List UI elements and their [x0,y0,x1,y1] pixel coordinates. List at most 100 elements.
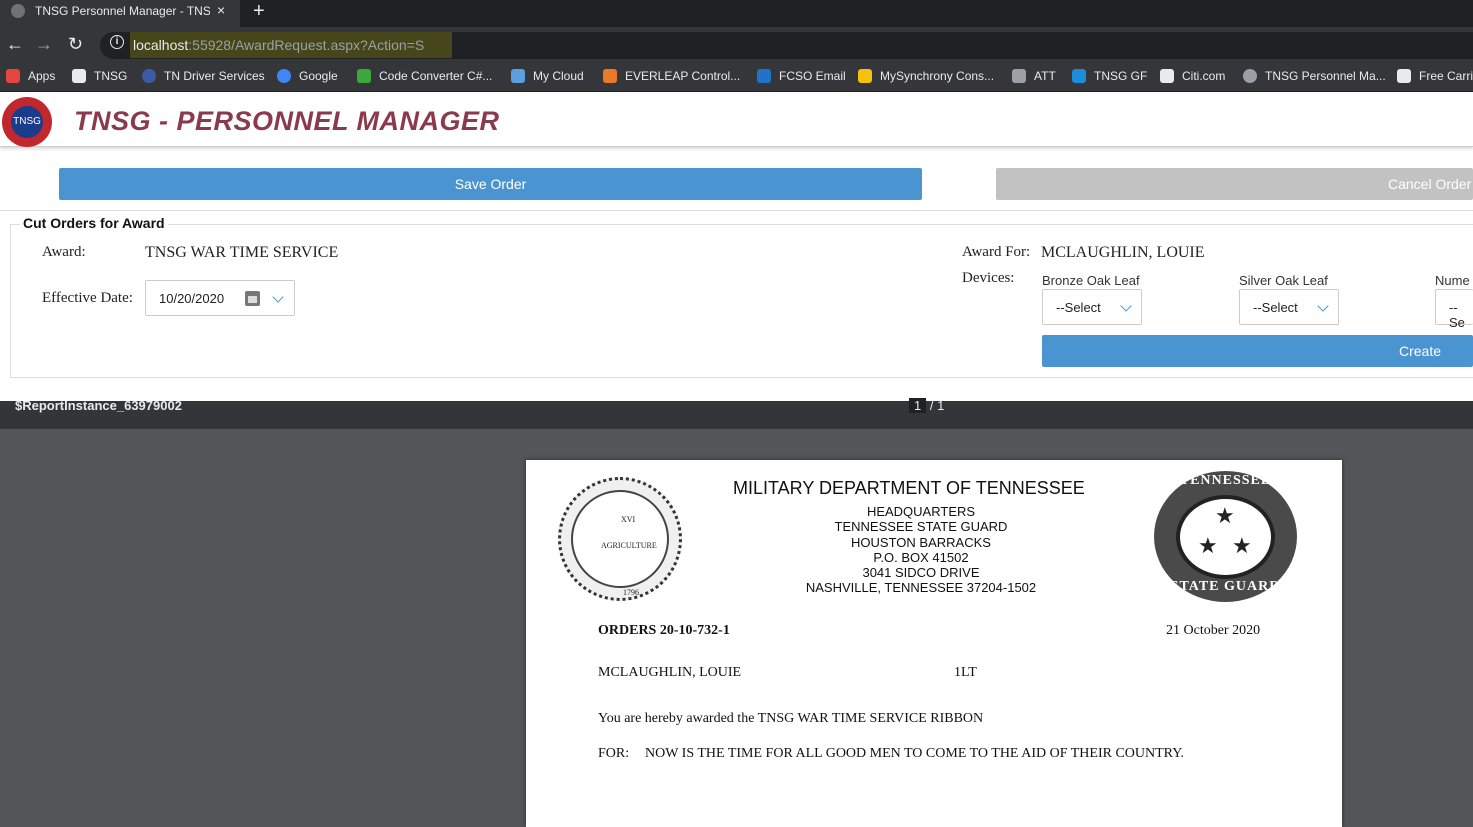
page-icon [72,69,86,83]
numeral-select-value: --Se [1449,300,1465,330]
everleap-icon [603,69,617,83]
save-order-button[interactable]: Save Order [59,168,922,200]
orders-number: ORDERS 20-10-732-1 [598,623,730,638]
bookmark-citi[interactable]: Citi.com [1160,69,1225,83]
bronze-oak-leaf-select[interactable]: --Select [1042,289,1142,325]
seal-center: ★ ★ ★ [1176,495,1275,579]
for-citation: NOW IS THE TIME FOR ALL GOOD MEN TO COME… [645,746,1185,761]
bronze-select-value: --Select [1056,300,1101,315]
viewer-toolbar: $ReportInstance_63979002 1 / 1 [0,398,1473,429]
tn-seal-icon [142,69,156,83]
cancel-order-button[interactable]: Cancel Order [996,168,1473,200]
seal-ring: XVI AGRICULTURE 1796 [571,490,669,597]
recipient-rank: 1LT [954,665,977,680]
browser-tab[interactable]: TNSG Personnel Manager - TNSG × [0,0,240,27]
forward-icon[interactable]: → [35,34,53,55]
bronze-oak-leaf-label: Bronze Oak Leaf [1042,273,1140,288]
effective-date-picker[interactable]: 10/20/2020 [145,280,295,316]
divider [0,210,1473,211]
seal-roman-numeral: XVI [621,515,636,524]
bookmark-apps[interactable]: Apps [6,69,55,83]
tennessee-state-seal: XVI AGRICULTURE 1796 [558,477,682,601]
bookmark-tnsg-personnel[interactable]: TNSG Personnel Ma... [1243,69,1386,83]
app-title: TNSG - PERSONNEL MANAGER [74,106,500,136]
google-icon [277,69,291,83]
tennessee-state-guard-seal: TENNESSEE ★ ★ ★ STATE GUARD [1154,471,1297,602]
recipient-name: MCLAUGHLIN, LOUIE [598,665,742,680]
silver-oak-leaf-select[interactable]: --Select [1239,289,1339,325]
close-tab-icon[interactable]: × [217,2,225,18]
page-indicator: 1 / 1 [909,398,944,413]
effective-date-label: Effective Date: [42,290,133,306]
star-icon: ★ [1215,503,1235,528]
url-text[interactable]: localhost:55928/AwardRequest.aspx?Action… [133,37,424,53]
award-for-value: MCLAUGHLIN, LOUIE [1041,244,1205,261]
chevron-down-icon[interactable] [272,291,284,303]
star-icon: ★ [1232,533,1252,558]
reload-icon[interactable]: ↻ [68,34,83,55]
calendar-icon[interactable] [245,291,260,306]
report-title: MILITARY DEPARTMENT OF TENNESSEE [733,478,1085,498]
citi-icon [1160,69,1174,83]
address-line: HOUSTON BARRACKS [851,534,991,550]
new-tab-icon[interactable]: + [253,0,265,23]
silver-oak-leaf-label: Silver Oak Leaf [1239,273,1328,288]
info-icon[interactable]: i [110,35,124,49]
fieldset-legend: Cut Orders for Award [20,215,168,231]
page-total: / 1 [929,398,945,413]
outlook-icon [757,69,771,83]
tnsg-logo: TNSG [2,97,52,147]
browser-nav-bar: ← → ↻ i localhost:55928/AwardRequest.asp… [0,27,1473,63]
chevron-down-icon [1120,300,1132,312]
bookmark-att[interactable]: ATT [1012,69,1056,83]
address-line: TENNESSEE STATE GUARD [834,519,1008,535]
award-statement: You are hereby awarded the TNSG WAR TIME… [598,711,984,726]
current-page[interactable]: 1 [909,398,927,413]
bookmark-code-converter[interactable]: Code Converter C#... [357,69,492,83]
address-line: NASHVILLE, TENNESSEE 37204-1502 [805,580,1037,596]
tab-title: TNSG Personnel Manager - TNSG [35,4,210,18]
bookmark-tnsg-gf[interactable]: TNSG GF [1072,69,1147,83]
numeral-select[interactable]: --Se [1435,289,1473,330]
globe-icon [11,4,25,18]
address-line: HEADQUARTERS [866,504,976,519]
silver-select-value: --Select [1253,300,1298,315]
bookmark-tnsg[interactable]: TNSG [72,69,127,83]
star-icon: ★ [1198,533,1218,558]
seal-top-text: TENNESSEE [1179,473,1272,488]
globe-icon [1243,69,1257,83]
orders-date: 21 October 2020 [1166,623,1261,638]
bookmark-fcso-email[interactable]: FCSO Email [757,69,846,83]
browser-tab-bar: TNSG Personnel Manager - TNSG × + [0,0,1473,27]
logo-text: TNSG [11,106,43,138]
seal-year: 1796 [623,588,639,597]
code-converter-icon [357,69,371,83]
apps-grid-icon [6,69,20,83]
bookmark-everleap[interactable]: EVERLEAP Control... [603,69,740,83]
numeral-label: Nume [1435,273,1470,288]
free-carri-icon [1397,69,1411,83]
award-label: Award: [42,244,86,260]
address-line: 3041 SIDCO DRIVE [862,565,980,581]
award-value: TNSG WAR TIME SERVICE [145,244,339,261]
salesforce-icon [1072,69,1086,83]
synchrony-icon [858,69,872,83]
back-icon[interactable]: ← [6,34,24,55]
key-icon [1012,69,1026,83]
seal-agriculture-text: AGRICULTURE [601,541,657,550]
app-header: TNSG TNSG - PERSONNEL MANAGER [0,92,1473,147]
chevron-down-icon [1317,300,1329,312]
bookmark-tn-driver-services[interactable]: TN Driver Services [142,69,265,83]
seal-bottom-text: STATE GUARD [1170,579,1281,594]
bookmark-my-cloud[interactable]: My Cloud [511,69,584,83]
cloud-icon [511,69,525,83]
bookmark-free-carri[interactable]: Free Carri [1397,69,1473,83]
create-order-button[interactable]: Create Orde [1042,335,1473,391]
bookmark-mysynchrony[interactable]: MySynchrony Cons... [858,69,994,83]
address-line: P.O. BOX 41502 [873,549,969,565]
award-for-label: Award For: [962,244,1031,260]
bookmark-google[interactable]: Google [277,69,338,83]
bookmarks-bar: Apps TNSG TN Driver Services Google Code… [0,63,1473,92]
effective-date-value[interactable]: 10/20/2020 [159,291,224,306]
report-address: HEADQUARTERS TENNESSEE STATE GUARD HOUST… [780,504,1062,596]
